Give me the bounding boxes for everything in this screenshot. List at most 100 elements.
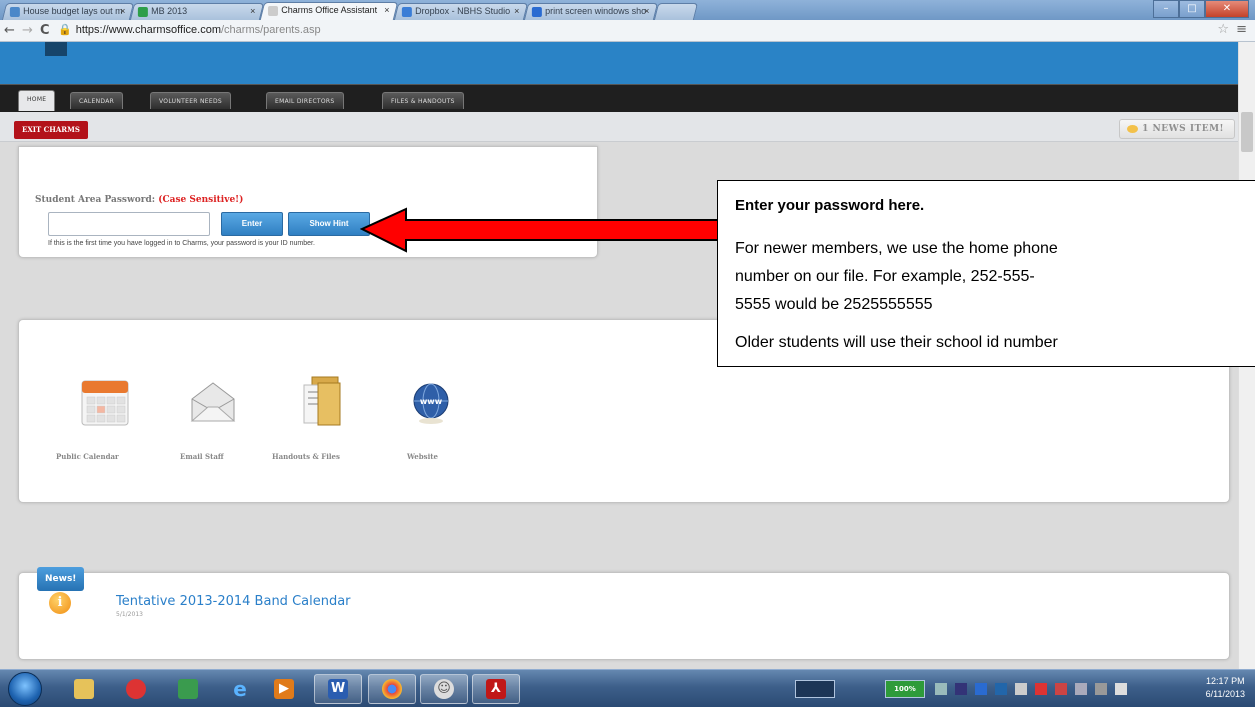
tab-favicon [137, 7, 148, 17]
start-button[interactable] [8, 672, 42, 706]
volume-icon[interactable] [1115, 683, 1127, 695]
browser-menu-icon[interactable]: ≡ [1236, 22, 1247, 37]
nav-tab-home[interactable]: HOME [18, 90, 56, 111]
network-meter-icon[interactable] [795, 680, 835, 698]
acrobat-taskbar-icon[interactable]: ⅄ [472, 674, 520, 704]
address-bar: ← → C 🔒 https://www.charmsoffice.com/char… [0, 20, 1255, 42]
close-tab-icon[interactable]: × [250, 6, 255, 16]
callout-line: For newer members, we use the home phone [735, 240, 1058, 257]
tray-icon[interactable] [995, 683, 1007, 695]
url-path: /charms/parents.asp [221, 24, 321, 36]
news-item-link[interactable]: Tentative 2013-2014 Band Calendar [116, 594, 351, 609]
tray-icon[interactable] [1035, 683, 1047, 695]
flag-icon[interactable] [1015, 683, 1027, 695]
password-input[interactable] [48, 212, 210, 236]
system-tray: 100% 12:17 PM 6/11/2013 [785, 670, 1255, 707]
tray-icon[interactable] [955, 683, 967, 695]
tab-label: House budget lays out m [23, 6, 123, 16]
taskbar-clock[interactable]: 12:17 PM 6/11/2013 [1206, 675, 1245, 701]
nav-tab-volunteer-needs[interactable]: VOLUNTEER NEEDS [150, 92, 231, 109]
red-arrow-annotation [360, 207, 719, 253]
close-tab-icon[interactable]: × [514, 6, 519, 16]
browser-tab[interactable]: print screen windows sho × [523, 3, 659, 20]
photos-taskbar-icon[interactable] [168, 674, 208, 704]
word-taskbar-icon[interactable]: W [314, 674, 362, 704]
nav-tab-files-handouts[interactable]: FILES & HANDOUTS [382, 92, 464, 109]
bookmark-star-icon[interactable]: ☆ [1217, 22, 1229, 37]
close-window-button[interactable]: ✕ [1205, 0, 1249, 18]
itunes-taskbar-icon[interactable] [116, 674, 156, 704]
browser-tab[interactable]: MB 2013 × [129, 3, 265, 20]
windows-taskbar: e ▶ W ☺ ⅄ 100% 12:17 PM 6/11/2013 [0, 669, 1255, 707]
info-icon: i [49, 592, 71, 614]
tray-icon[interactable] [935, 683, 947, 695]
tab-label: Dropbox - NBHS Studio [415, 6, 511, 16]
internet-explorer-icon[interactable]: e [220, 674, 260, 704]
tab-favicon [401, 7, 412, 17]
password-label: Student Area Password: (Case Sensitive!) [35, 195, 243, 205]
signal-icon[interactable] [1095, 683, 1107, 695]
callout-title: Enter your password here. [735, 197, 925, 214]
show-hint-button[interactable]: Show Hint [288, 212, 370, 236]
browser-tab-active[interactable]: Charms Office Assistant × [259, 2, 399, 20]
tab-label: MB 2013 [151, 6, 188, 16]
envelope-icon[interactable] [186, 377, 240, 431]
app-label-handouts-files[interactable]: Handouts & Files [272, 452, 340, 461]
clock-time: 12:17 PM [1206, 676, 1245, 686]
password-label-text: Student Area Password: [35, 195, 159, 205]
case-sensitive-note: (Case Sensitive!) [158, 195, 244, 205]
site-header [0, 42, 1245, 84]
news-badge: News! [37, 567, 85, 591]
tray-icons [935, 683, 1195, 695]
tray-icon[interactable] [1055, 683, 1067, 695]
battery-indicator[interactable]: 100% [885, 680, 925, 698]
close-tab-icon[interactable]: × [120, 6, 125, 16]
tab-label: Charms Office Assistant [281, 5, 378, 15]
window-controls: – □ ✕ [1153, 0, 1249, 18]
news-item-date: 5/1/2013 [116, 611, 143, 618]
close-tab-icon[interactable]: × [644, 6, 649, 16]
nav-tab-email-directors[interactable]: EMAIL DIRECTORS [266, 92, 344, 109]
news-count-label: 1 NEWS ITEM! [1142, 124, 1224, 134]
minimize-button[interactable]: – [1153, 0, 1179, 18]
folder-icon[interactable] [298, 373, 344, 433]
chrome-taskbar-icon[interactable] [368, 674, 416, 704]
scrollbar-thumb[interactable] [1241, 112, 1253, 152]
forward-icon[interactable]: → [22, 23, 33, 38]
lock-icon: 🔒 [58, 24, 72, 36]
app-label-public-calendar[interactable]: Public Calendar [56, 452, 119, 461]
nav-tab-calendar[interactable]: CALENDAR [70, 92, 124, 109]
browser-tab-strip: House budget lays out m × MB 2013 × Char… [0, 0, 1255, 20]
url-field[interactable]: 🔒 https://www.charmsoffice.com/charms/par… [58, 23, 321, 36]
svg-text:www: www [420, 397, 443, 406]
close-tab-icon[interactable]: × [384, 5, 389, 15]
back-icon[interactable]: ← [4, 23, 15, 38]
news-panel [18, 572, 1230, 660]
tray-icon[interactable] [975, 683, 987, 695]
enter-button[interactable]: Enter [221, 212, 283, 236]
callout-line: number on our file. For example, 252-555… [735, 268, 1035, 285]
globe-icon[interactable]: www [407, 379, 455, 431]
reload-icon[interactable]: C [40, 23, 50, 38]
tray-icon[interactable] [1075, 683, 1087, 695]
site-sub-bar: EXIT CHARMS 1 NEWS ITEM! [0, 112, 1245, 142]
clock-date: 6/11/2013 [1205, 689, 1245, 699]
app-label-website[interactable]: Website [407, 452, 438, 461]
app-label-email-staff[interactable]: Email Staff [180, 452, 224, 461]
calendar-icon[interactable] [78, 375, 132, 433]
first-time-hint-text: If this is the first time you have logge… [48, 240, 315, 247]
maximize-button[interactable]: □ [1179, 0, 1205, 18]
url-host: https://www.charmsoffice.com [75, 24, 221, 36]
new-tab-button[interactable] [653, 3, 699, 20]
site-nav-bar: HOME CALENDAR VOLUNTEER NEEDS EMAIL DIRE… [0, 84, 1245, 112]
browser-tab[interactable]: Dropbox - NBHS Studio × [393, 3, 529, 20]
tab-favicon [268, 6, 278, 16]
media-player-icon[interactable]: ▶ [264, 674, 304, 704]
instruction-callout: Enter your password here. For newer memb… [717, 180, 1255, 367]
explorer-taskbar-icon[interactable] [64, 674, 104, 704]
browser-tab[interactable]: House budget lays out m × [1, 3, 135, 20]
site-logo [45, 42, 67, 56]
news-items-button[interactable]: 1 NEWS ITEM! [1119, 119, 1235, 139]
exit-charms-button[interactable]: EXIT CHARMS [14, 121, 88, 139]
messenger-taskbar-icon[interactable]: ☺ [420, 674, 468, 704]
